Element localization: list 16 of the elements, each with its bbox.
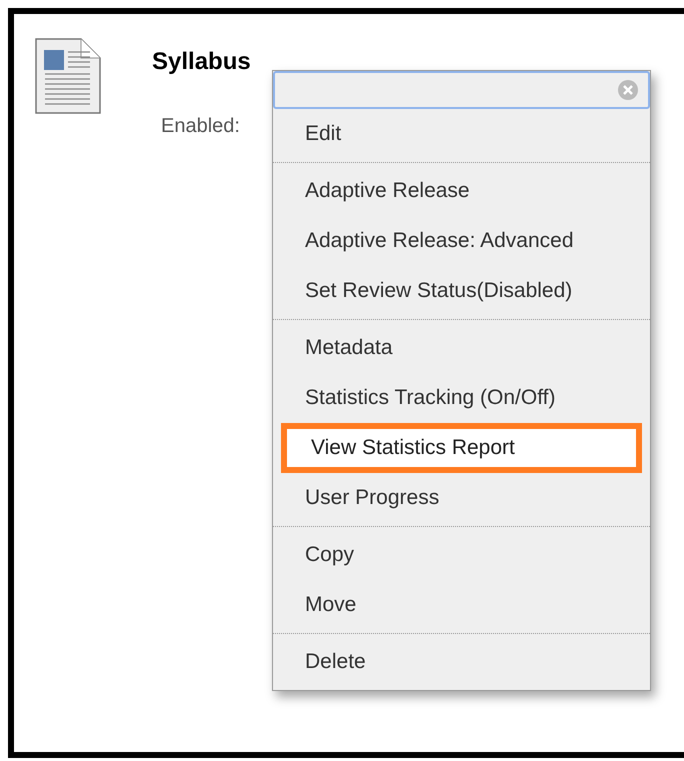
menu-item[interactable]: Delete: [273, 637, 650, 687]
document-icon: [35, 38, 101, 114]
menu-item[interactable]: View Statistics Report: [281, 423, 642, 473]
menu-item[interactable]: Edit: [273, 109, 650, 159]
menu-item[interactable]: Statistics Tracking (On/Off): [273, 373, 650, 423]
menu-item[interactable]: Move: [273, 580, 650, 630]
item-title[interactable]: Syllabus: [152, 44, 251, 80]
menu-item[interactable]: Adaptive Release: Advanced: [273, 216, 650, 266]
menu-item[interactable]: Copy: [273, 530, 650, 580]
menu-item[interactable]: Adaptive Release: [273, 166, 650, 216]
status-label: Enabled:: [161, 114, 240, 139]
filter-field[interactable]: [273, 71, 650, 109]
clear-icon[interactable]: [618, 80, 638, 100]
menu-item[interactable]: User Progress: [273, 473, 650, 523]
menu-item[interactable]: Metadata: [273, 323, 650, 373]
menu-item[interactable]: Set Review Status(Disabled): [273, 266, 650, 316]
